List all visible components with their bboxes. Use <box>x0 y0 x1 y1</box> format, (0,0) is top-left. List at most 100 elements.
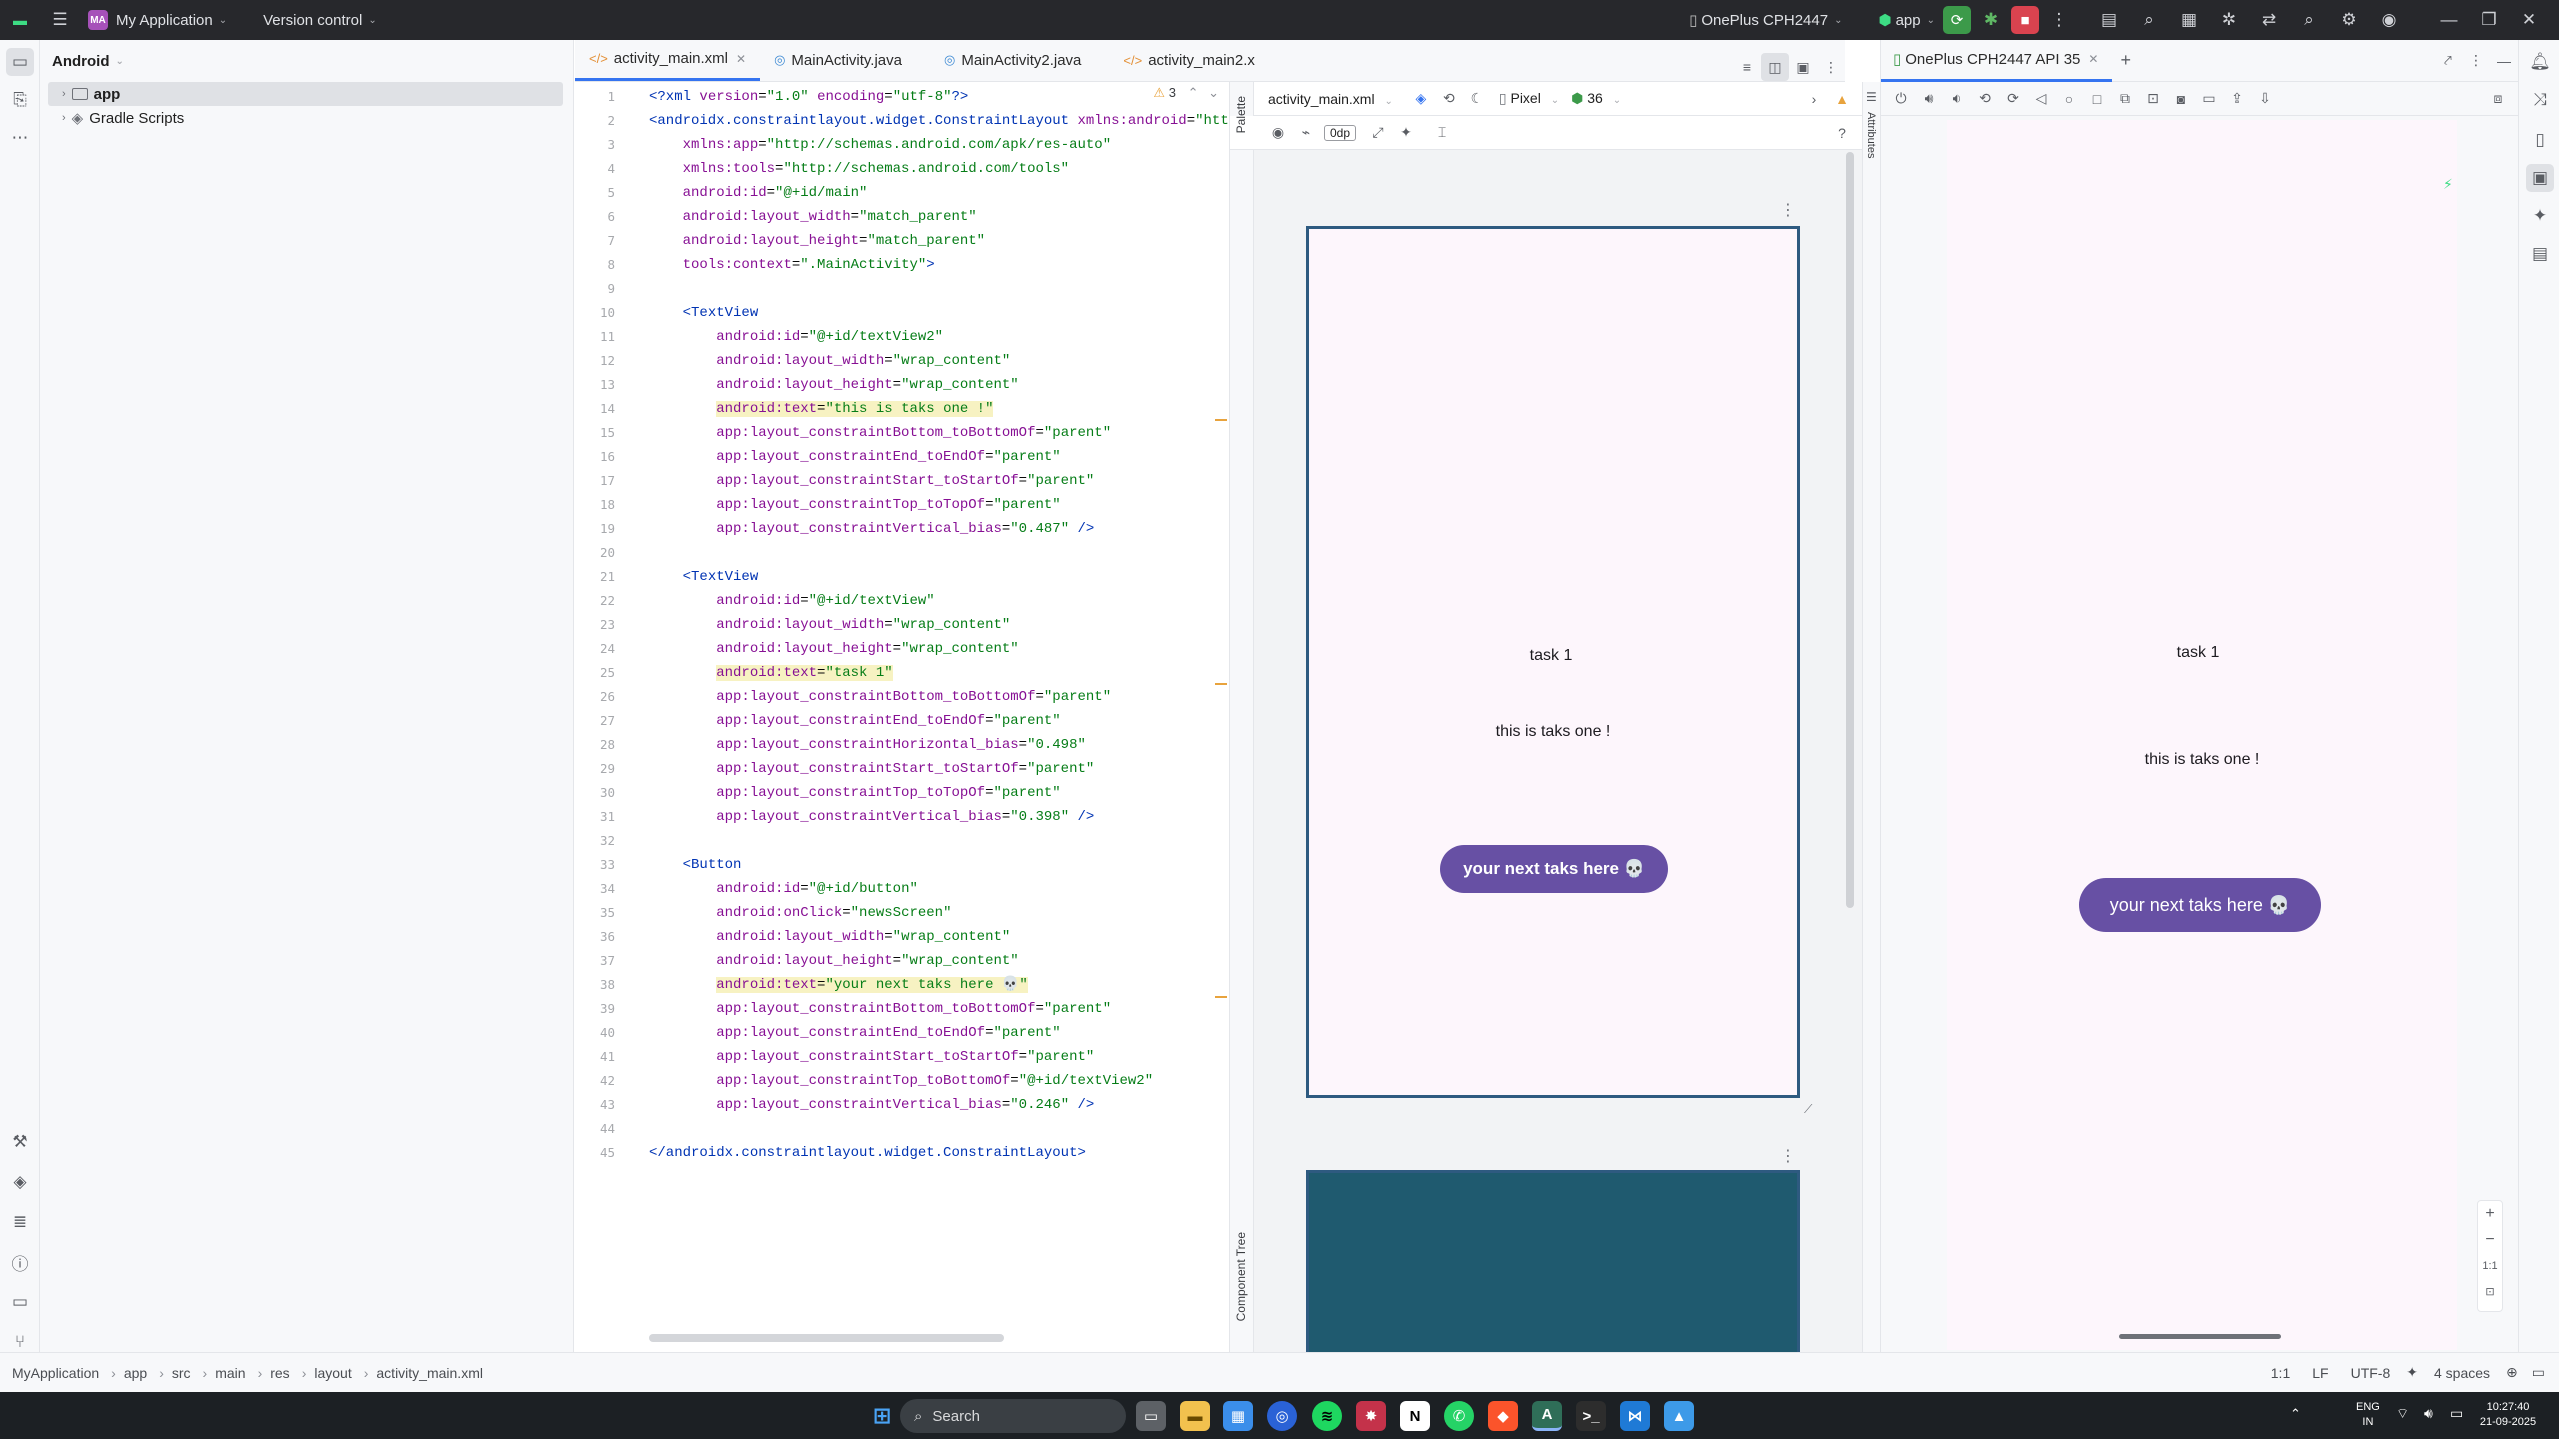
brave-browser-icon[interactable]: ◆ <box>1488 1401 1518 1431</box>
build-hammer-icon[interactable]: ⚒ <box>6 1128 34 1156</box>
tab-activity-main2-xml[interactable]: </> activity_main2.x <box>1109 39 1269 81</box>
volume-icon[interactable]: 🔊︎ <box>2424 1405 2433 1422</box>
code-line[interactable]: xmlns:app="http://schemas.android.com/ap… <box>649 133 1112 157</box>
minimize-panel-icon[interactable]: — <box>2490 47 2518 75</box>
attributes-list-icon[interactable]: ☰ <box>1866 90 1877 104</box>
attributes-label[interactable]: Attributes <box>1865 112 1877 158</box>
code-line[interactable]: <TextView <box>649 301 759 325</box>
home-icon[interactable]: ○ <box>2055 85 2083 113</box>
code-line[interactable]: app:layout_constraintStart_toStartOf="pa… <box>649 757 1094 781</box>
zoom-in-icon[interactable]: + <box>2478 1201 2502 1227</box>
design-surface-icon[interactable]: ◈ <box>1407 85 1435 113</box>
gradle-sync-icon[interactable]: ⤨ <box>2526 86 2554 114</box>
code-line[interactable]: android:id="@+id/main" <box>649 181 868 205</box>
gemini-icon[interactable]: ◉ <box>2369 0 2409 40</box>
layout-file-selector[interactable]: activity_main.xml ⌄ <box>1268 91 1393 107</box>
warning-stripe[interactable] <box>1215 996 1227 998</box>
infer-constraints-icon[interactable]: ✦ <box>1392 119 1420 147</box>
orientation-icon[interactable]: ⟲ <box>1435 85 1463 113</box>
code-line[interactable]: <?xml version="1.0" encoding="utf-8"?> <box>649 85 968 109</box>
blueprint-preview-screen[interactable] <box>1306 1170 1800 1360</box>
wifi-icon[interactable]: ⌔ <box>2396 1405 2409 1423</box>
zoom-fit-icon[interactable]: ⊡ <box>2478 1279 2502 1305</box>
code-line[interactable]: android:id="@+id/textView" <box>649 589 934 613</box>
more-actions-icon[interactable]: ⋮ <box>2039 0 2079 40</box>
snapshot-icon[interactable]: ⧉ <box>2111 85 2139 113</box>
show-hidden-icons[interactable]: ⌃ <box>2290 1406 2301 1422</box>
code-line[interactable]: android:id="@+id/textView2" <box>649 325 943 349</box>
mirroring-icon[interactable]: ⧈ <box>2484 85 2512 113</box>
code-line[interactable]: app:layout_constraintTop_toTopOf="parent… <box>649 493 1060 517</box>
open-external-icon[interactable]: ⤤ <box>2434 47 2462 75</box>
battery-icon[interactable]: ▭ <box>2450 1405 2463 1422</box>
code-line[interactable]: app:layout_constraintEnd_toEndOf="parent… <box>649 1021 1060 1045</box>
code-line[interactable]: app:layout_constraintVertical_bias="0.48… <box>649 517 1094 541</box>
device-next-task-button[interactable]: your next taks here 💀 <box>2079 878 2321 932</box>
close-icon[interactable]: ✕ <box>2509 0 2549 40</box>
language-indicator[interactable]: ENG IN <box>2356 1400 2380 1430</box>
terminal-icon[interactable]: ▭ <box>6 1288 34 1316</box>
code-line[interactable]: android:layout_height="wrap_content" <box>649 373 1018 397</box>
code-line[interactable]: app:layout_constraintBottom_toBottomOf="… <box>649 997 1111 1021</box>
layout-preview-screen[interactable]: task 1 this is taks one ! your next taks… <box>1306 226 1800 1098</box>
run-config-selector[interactable]: ⬢ app ⌄ <box>1870 0 1943 40</box>
zoom-out-icon[interactable]: − <box>2478 1227 2502 1253</box>
tab-activity-main-xml[interactable]: </> activity_main.xml ✕ <box>575 39 761 81</box>
code-line[interactable]: app:layout_constraintBottom_toBottomOf="… <box>649 421 1111 445</box>
code-line[interactable]: xmlns:tools="http://schemas.android.com/… <box>649 157 1069 181</box>
code-line[interactable]: app:layout_constraintBottom_toBottomOf="… <box>649 685 1111 709</box>
chevron-right-icon[interactable]: › <box>1800 85 1828 113</box>
code-line[interactable]: app:layout_constraintVertical_bias="0.24… <box>649 1093 1094 1117</box>
close-icon[interactable]: ✕ <box>2088 52 2098 66</box>
code-line[interactable]: android:layout_height="match_parent" <box>649 229 985 253</box>
device-selector[interactable]: ▯ OnePlus CPH2447 ⌄ <box>1681 0 1850 40</box>
code-editor[interactable]: 1 2 3 4 5 6 7 8 9 10 11 12 13 14 15 16 17 18 19 20 21 22 23 24 2… <box>575 82 1254 1352</box>
breadcrumb-item[interactable]: MyApplication <box>12 1365 99 1381</box>
android-studio-icon[interactable]: A <box>1532 1401 1562 1431</box>
more-options-icon[interactable]: ⋮ <box>1780 1146 1796 1166</box>
code-line[interactable]: tools:context=".MainActivity"> <box>649 253 935 277</box>
breadcrumb-item[interactable]: src <box>172 1365 191 1381</box>
restore-icon[interactable]: ❐ <box>2469 0 2509 40</box>
problems-icon[interactable]: ⓘ <box>6 1248 34 1276</box>
breadcrumb-item[interactable]: activity_main.xml <box>376 1365 483 1381</box>
video-icon[interactable]: ▭ <box>2195 85 2223 113</box>
logcat-icon[interactable]: ≣ <box>6 1208 34 1236</box>
zoom-actual-label[interactable]: 1:1 <box>2478 1253 2502 1279</box>
gemini-sparkle-icon[interactable]: ✦ <box>2526 202 2554 230</box>
bug-icon[interactable]: ✲ <box>2209 0 2249 40</box>
night-mode-icon[interactable]: ☾ <box>1463 85 1491 113</box>
warning-icon[interactable]: ▲ <box>1828 85 1856 113</box>
device-title-text[interactable]: task 1 <box>1943 644 2453 662</box>
breadcrumb-item[interactable]: layout <box>314 1365 351 1381</box>
project-folder-icon[interactable]: ▭ <box>6 48 34 76</box>
project-selector[interactable]: MA My Application ⌄ <box>80 0 235 40</box>
screenshot-camera-icon[interactable]: ◙ <box>2167 85 2195 113</box>
code-line[interactable]: <TextView <box>649 565 759 589</box>
search-icon[interactable]: ⌕ <box>2289 0 2329 40</box>
view-options-icon[interactable]: ◉ <box>1264 119 1292 147</box>
tab-mainactivity2-java[interactable]: ◎ MainActivity2.java <box>930 39 1095 81</box>
api-selector[interactable]: ⬢ 36 ⌄ <box>1571 90 1621 107</box>
vertical-scrollbar[interactable] <box>1846 152 1854 908</box>
apply-changes-button[interactable]: ⟳ <box>1943 6 1971 34</box>
device-explorer-icon[interactable]: ▤ <box>2526 240 2554 268</box>
code-line[interactable]: app:layout_constraintEnd_toEndOf="parent… <box>649 709 1060 733</box>
windows-start-icon[interactable]: ⊞ <box>867 1401 897 1431</box>
palette-label[interactable]: Palette <box>1234 96 1248 133</box>
chevron-down-icon[interactable]: ⌄ <box>1208 85 1219 100</box>
warning-stripe[interactable] <box>1215 683 1227 685</box>
code-line[interactable]: </androidx.constraintlayout.widget.Const… <box>649 1141 1086 1165</box>
debug-icon[interactable]: ✱ <box>1971 0 2011 40</box>
code-line[interactable]: android:layout_height="wrap_content" <box>649 637 1018 661</box>
more-tabs-icon[interactable]: ⋮ <box>1817 53 1845 81</box>
warning-stripe[interactable] <box>1215 419 1227 421</box>
task-view-icon[interactable]: ▭ <box>1136 1401 1166 1431</box>
clear-constraints-icon[interactable]: ⤢ <box>1364 119 1392 147</box>
minimize-icon[interactable]: — <box>2429 0 2469 40</box>
volume-up-icon[interactable]: 🔊︎ <box>1915 85 1943 113</box>
microsoft-store-icon[interactable]: ▦ <box>1223 1401 1253 1431</box>
main-menu-icon[interactable]: ☰ <box>40 0 80 40</box>
code-line[interactable]: app:layout_constraintVertical_bias="0.39… <box>649 805 1094 829</box>
chevron-up-icon[interactable]: ⌃ <box>1188 85 1199 100</box>
